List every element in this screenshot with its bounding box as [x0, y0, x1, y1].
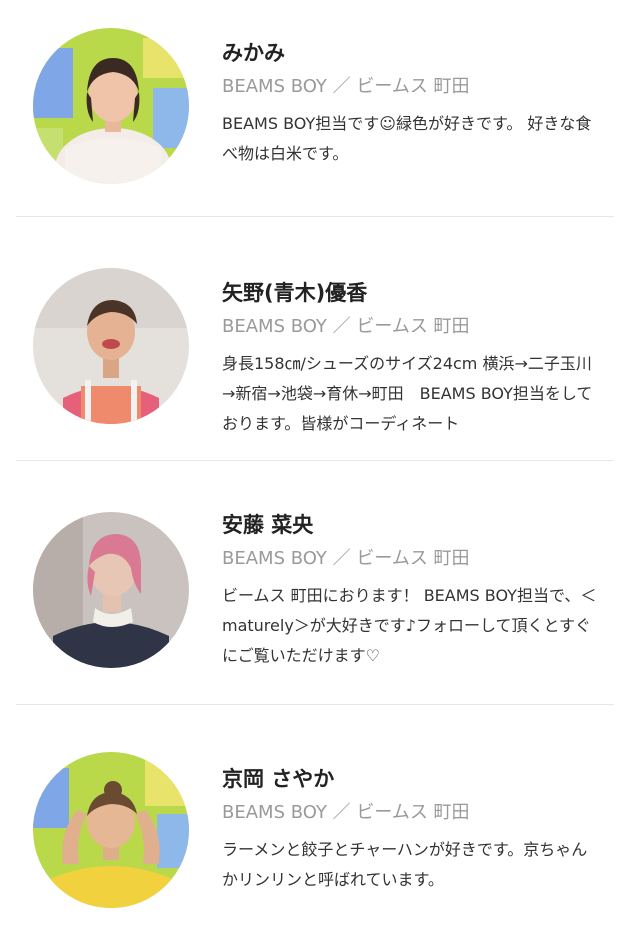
staff-card[interactable]: みかみ BEAMS BOY ／ ビームス 町田 BEAMS BOY担当です☺緑色…: [0, 0, 630, 240]
divider: [16, 460, 614, 461]
avatar-photo: [33, 28, 189, 184]
staff-avatar[interactable]: [33, 752, 189, 908]
staff-avatar[interactable]: [33, 268, 189, 424]
avatar-photo: [33, 512, 189, 668]
staff-bio: ビームス 町田におります！ BEAMS BOY担当で、＜maturely＞が大好…: [222, 586, 597, 665]
divider: [16, 704, 614, 705]
staff-bio: BEAMS BOY担当です☺緑色が好きです。 好きな食べ物は白米です。: [222, 114, 592, 163]
divider: [16, 216, 614, 217]
staff-bio: 身長158㎝/シューズのサイズ24cm 横浜→二子玉川→新宿→池袋→育休→町田 …: [222, 354, 593, 433]
staff-avatar[interactable]: [33, 512, 189, 668]
staff-list: みかみ BEAMS BOY ／ ビームス 町田 BEAMS BOY担当です☺緑色…: [0, 0, 630, 932]
staff-shop: BEAMS BOY ／ ビームス 町田: [222, 802, 470, 823]
avatar-photo: [33, 268, 189, 424]
staff-card[interactable]: 京岡 さやか BEAMS BOY ／ ビームス 町田 ラーメンと餃子とチャーハン…: [0, 706, 630, 946]
staff-shop: BEAMS BOY ／ ビームス 町田: [222, 548, 470, 569]
staff-shop: BEAMS BOY ／ ビームス 町田: [222, 316, 470, 337]
staff-card[interactable]: 矢野(青木)優香 BEAMS BOY ／ ビームス 町田 身長158㎝/シューズ…: [0, 218, 630, 458]
staff-name[interactable]: 安藤 菜央: [222, 510, 602, 540]
staff-shop: BEAMS BOY ／ ビームス 町田: [222, 76, 470, 97]
staff-name[interactable]: 矢野(青木)優香: [222, 278, 602, 308]
avatar-photo: [33, 752, 189, 908]
staff-card[interactable]: 安藤 菜央 BEAMS BOY ／ ビームス 町田 ビームス 町田におります！ …: [0, 462, 630, 702]
staff-avatar[interactable]: [33, 28, 189, 184]
staff-bio: ラーメンと餃子とチャーハンが好きです。京ちゃんかリンリンと呼ばれています。: [222, 840, 588, 889]
staff-name[interactable]: 京岡 さやか: [222, 764, 602, 794]
staff-name[interactable]: みかみ: [222, 38, 602, 68]
